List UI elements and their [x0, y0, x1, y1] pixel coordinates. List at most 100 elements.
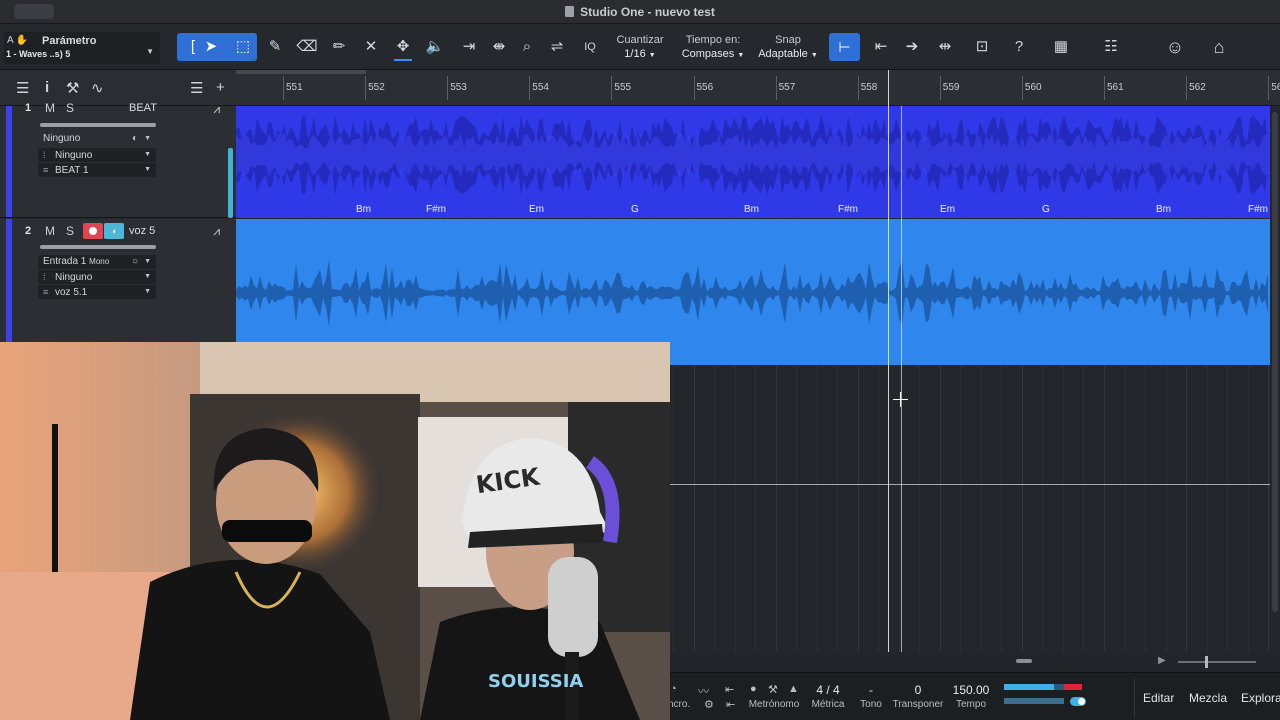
key-value[interactable]: - — [860, 683, 882, 697]
tempo-value[interactable]: 150.00 — [948, 683, 994, 697]
timebase-control[interactable]: Tiempo en: Compases ▼ — [678, 33, 748, 63]
signature-label: Métrica — [811, 699, 845, 710]
record-arm-button[interactable] — [83, 223, 103, 239]
track-name[interactable]: voz 5 — [129, 225, 155, 237]
signature-value[interactable]: 4 / 4 — [808, 683, 848, 697]
user-icon[interactable]: ☺ — [1162, 35, 1188, 59]
list-icon[interactable]: ☰ — [190, 79, 203, 97]
voice-clip-header[interactable] — [236, 219, 1270, 233]
loop-range-bar[interactable] — [236, 70, 366, 74]
fit-screen-icon[interactable]: ⊡ — [969, 35, 995, 59]
layout-icon[interactable]: ☷ — [1098, 35, 1124, 59]
chevron-down-icon: ▼ — [144, 273, 151, 280]
monitor-button[interactable]: ◖ — [104, 223, 124, 239]
bend-tool-icon[interactable]: ✥ — [390, 35, 416, 61]
preset-selector[interactable]: ≡ voz 5.1 ▼ — [38, 285, 156, 299]
parameter-selector[interactable]: A ✋ Parámetro 1 - Waves ..s) 5 ▼ — [4, 32, 160, 64]
horizontal-scroll-area: ▶ — [670, 652, 1280, 672]
mute-button[interactable]: M — [40, 100, 60, 116]
window-title: Studio One - nuevo test — [0, 5, 1280, 19]
arrow-tool-icon[interactable]: ➤ — [198, 35, 224, 59]
split-tool-icon[interactable]: ✎ — [262, 35, 288, 59]
split-at-cursor-icon[interactable]: ⇹ — [932, 35, 958, 59]
precount-icon[interactable]: ⇤ — [726, 698, 735, 711]
sync-icon[interactable]: ◔ — [670, 683, 677, 695]
snap-forward-icon[interactable]: ⇥ — [456, 35, 482, 59]
edit-button[interactable]: Editar — [1143, 691, 1174, 705]
metronome-icon[interactable]: ▲ — [788, 683, 799, 695]
mute-button[interactable]: M — [40, 223, 60, 239]
transpose-value[interactable]: 0 — [906, 683, 930, 697]
ruler-bar-label: 555 — [611, 76, 632, 100]
track-scroll-indicator[interactable] — [228, 148, 233, 218]
solo-button[interactable]: S — [60, 100, 80, 116]
zoom-icon[interactable]: ⌕ — [514, 35, 540, 59]
wrench-icon[interactable]: ⚒ — [66, 79, 79, 97]
vertical-scrollbar[interactable] — [1272, 112, 1278, 612]
level-meter-clip — [1064, 684, 1082, 690]
gear-icon[interactable]: ⚙ — [704, 698, 714, 711]
output-selector[interactable]: ⁞ Ninguno ▼ — [38, 270, 156, 284]
chevron-down-icon: ▼ — [144, 258, 151, 265]
playhead-line[interactable] — [888, 70, 889, 652]
waveform-icon[interactable]: ⩘ — [213, 102, 220, 117]
mute-tool-icon[interactable]: ✕ — [358, 35, 384, 59]
listen-tool-icon[interactable]: 🔈 — [422, 35, 448, 59]
track-name[interactable]: BEAT — [129, 102, 157, 114]
snap-toggle-button[interactable]: ⊢ — [829, 33, 860, 61]
automation-hand-icon: A ✋ — [7, 35, 29, 46]
paint-tool-icon[interactable]: ✏ — [326, 35, 352, 59]
menu-icon[interactable]: ☰ — [16, 79, 29, 97]
solo-button[interactable]: S — [60, 223, 80, 239]
iq-button[interactable]: IQ — [577, 35, 603, 59]
input-selector[interactable]: Ninguno ◐ ▼ — [38, 132, 156, 146]
automation-icon[interactable]: ∿ — [91, 79, 104, 97]
nudge-forward-icon[interactable]: ➔ — [899, 35, 925, 59]
track-voz[interactable]: 2 M S ◖ voz 5 ⩘ Entrada 1 Mono ○ ▼ ⁞ Ningun… — [0, 219, 236, 345]
wrench-small-icon[interactable]: ⚒ — [768, 683, 778, 696]
range-tool-icon[interactable]: ⬚ — [230, 35, 256, 59]
volume-fader[interactable] — [40, 123, 156, 127]
preset-value: voz 5.1 — [55, 287, 88, 298]
nudge-back-icon[interactable]: ⇤ — [868, 35, 894, 59]
autoscroll-icon[interactable]: ⇌ — [544, 35, 570, 59]
timeline-ruler[interactable]: 551 552 553 554 555 556 557 558 559 560 561 562 563 — [236, 70, 1280, 106]
quantize-control[interactable]: Cuantizar 1/16 ▼ — [612, 33, 668, 63]
preset-selector[interactable]: ≡ BEAT 1 ▼ — [38, 163, 156, 177]
home-icon[interactable]: ⌂ — [1206, 35, 1232, 59]
ruler-bar-label: 558 — [857, 76, 878, 100]
input-selector[interactable]: Entrada 1 Mono ○ ▼ — [38, 255, 156, 269]
main-toolbar: A ✋ Parámetro 1 - Waves ..s) 5 ▼ [ ➤ ⬚ ✎… — [0, 24, 1280, 70]
volume-fader[interactable] — [40, 245, 156, 249]
horizontal-scroll-thumb[interactable] — [1016, 659, 1032, 663]
inspector-icon[interactable]: i — [45, 79, 49, 96]
zoom-slider[interactable] — [1178, 661, 1256, 663]
metronome-dot-icon[interactable]: ● — [750, 683, 757, 695]
stretch-icon[interactable]: ⇼ — [486, 35, 512, 59]
eraser-tool-icon[interactable]: ⌫ — [294, 35, 320, 59]
chord-label: Bm — [1156, 204, 1171, 215]
input-value: Ninguno — [43, 133, 81, 144]
mix-button[interactable]: Mezcla — [1189, 691, 1227, 705]
browse-button[interactable]: Explora — [1241, 691, 1280, 705]
beat-audio-clip[interactable]: Bm F#m Em G Bm F#m Em G Bm F#m — [236, 106, 1270, 218]
marker-icon[interactable]: ⇤ — [725, 683, 734, 696]
output-selector[interactable]: ⁞ Ninguno ▼ — [38, 148, 156, 162]
webcam-overlay: KICK SOUISSIA — [0, 342, 670, 720]
play-small-icon[interactable]: ▶ — [1158, 655, 1166, 666]
wave-icon[interactable]: 〰 — [698, 683, 709, 699]
track-beat[interactable]: 1 M S BEAT ⩘ Ninguno ◐ ▼ ⁞ Ninguno ▼ ≡ BEAT 1… — [0, 101, 236, 218]
meter-toggle[interactable] — [1070, 697, 1086, 706]
waveform-icon[interactable]: ⩘ — [213, 224, 220, 239]
preset-icon: ≡ — [43, 287, 49, 297]
add-track-icon[interactable]: + — [216, 79, 225, 96]
ruler-bar-label: 562 — [1186, 76, 1206, 100]
studio-one-window: Studio One - nuevo test A ✋ Parámetro 1 … — [0, 0, 1280, 720]
help-button[interactable]: ? — [1006, 35, 1032, 59]
ruler-bar-label: 561 — [1104, 76, 1124, 100]
zoom-slider-knob[interactable] — [1205, 656, 1208, 668]
grid-icon[interactable]: ▦ — [1048, 35, 1074, 59]
preset-value: BEAT 1 — [55, 165, 89, 176]
title-bar: Studio One - nuevo test — [0, 0, 1280, 24]
snap-control[interactable]: Snap Adaptable ▼ — [752, 33, 824, 63]
